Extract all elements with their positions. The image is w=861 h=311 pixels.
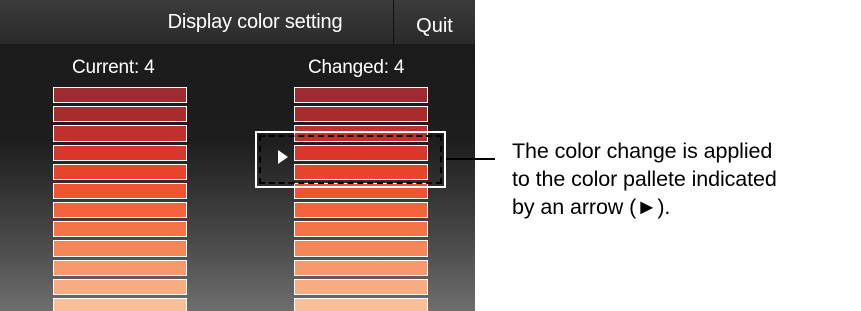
highlight-frame-dashed [259,135,442,184]
palette-swatch [53,106,187,123]
header-bar: Display color setting Quit [0,0,475,44]
callout-text: The color change is applied to the color… [512,137,857,221]
changed-palette-label: Changed: 4 [308,57,405,78]
page-title: Display color setting [167,11,343,33]
callout-line-3: by an arrow (►). [512,195,671,219]
palette-swatch[interactable] [294,278,428,295]
palette-swatch [53,87,187,104]
palette-swatch[interactable] [294,259,428,276]
callout-line-1: The color change is applied [512,139,773,163]
palette-swatch[interactable] [294,87,428,104]
palette-swatch [53,125,187,142]
palette-swatch[interactable] [294,202,428,219]
current-palette-label: Current: 4 [72,57,155,78]
quit-button[interactable]: Quit [394,0,475,44]
palette-swatch [53,182,187,200]
palette-swatch[interactable] [294,240,428,257]
palette-swatch [53,297,187,311]
palette-swatch [53,144,187,161]
current-palette [53,87,187,311]
callout-line-2: to the color pallete indicated [512,167,777,191]
palette-swatch[interactable] [294,297,428,311]
palette-swatch [53,163,187,180]
palette-swatch [53,202,187,219]
palette-swatch[interactable] [294,106,428,123]
palette-swatch[interactable] [294,221,428,238]
changed-palette[interactable] [294,87,428,311]
palette-swatch [53,259,187,276]
palette-swatch [53,278,187,295]
palette-swatch [53,240,187,257]
palette-swatch [53,221,187,238]
callout-leader-line [446,158,495,160]
